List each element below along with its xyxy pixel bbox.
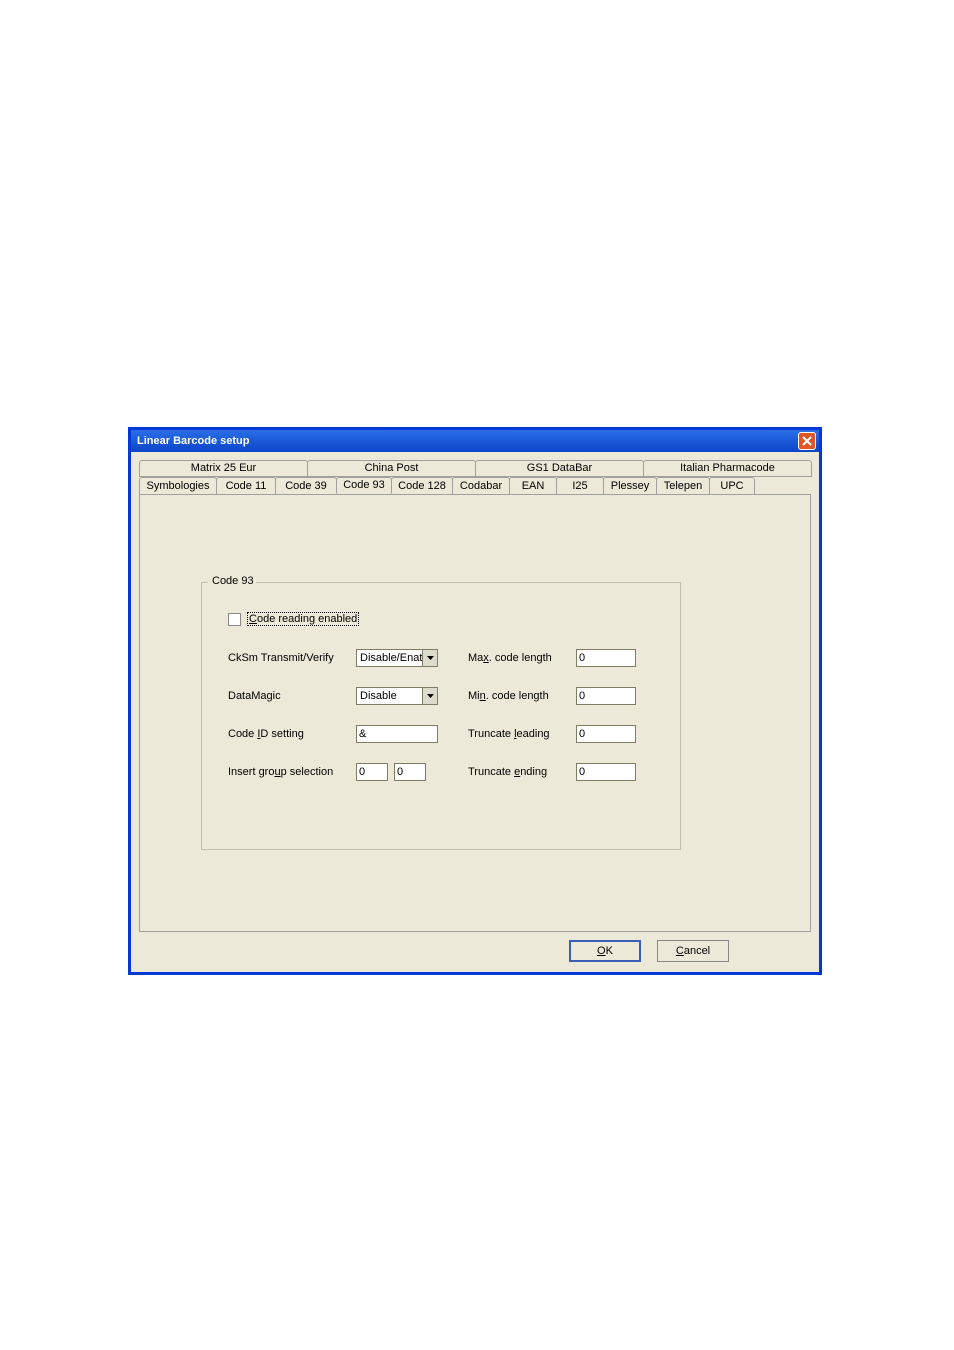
cksm-label: CkSm Transmit/Verify — [228, 652, 356, 664]
cksm-select-value: Disable/Enat — [360, 652, 422, 664]
code-reading-label-text: Code reading enabled — [249, 613, 357, 625]
maxlen-input[interactable] — [576, 649, 636, 667]
row-cksm: CkSm Transmit/Verify Disable/Enat Max. c… — [228, 648, 665, 668]
row-codeid: Code ID setting Truncate leading — [228, 724, 665, 744]
minlen-input[interactable] — [576, 687, 636, 705]
tab-code39[interactable]: Code 39 — [275, 477, 337, 494]
tab-italian-pharmacode[interactable]: Italian Pharmacode — [643, 460, 812, 477]
tab-plessey[interactable]: Plessey — [603, 477, 657, 494]
minlen-label: Min. code length — [468, 690, 576, 702]
tab-code93[interactable]: Code 93 — [336, 477, 392, 494]
row-insertgroup: Insert group selection Truncate ending — [228, 762, 665, 782]
datamagic-select[interactable]: Disable — [356, 687, 438, 705]
insertgroup-label: Insert group selection — [228, 766, 356, 778]
form: Code reading enabled CkSm Transmit/Verif… — [228, 612, 665, 800]
truncate-ending-label: Truncate ending — [468, 766, 576, 778]
chevron-down-icon — [422, 650, 437, 666]
tab-ean[interactable]: EAN — [509, 477, 557, 494]
tab-matrix25eur[interactable]: Matrix 25 Eur — [139, 460, 308, 477]
tab-row-top: Matrix 25 Eur China Post GS1 DataBar Ita… — [139, 460, 811, 477]
insertgroup-input-1[interactable] — [356, 763, 388, 781]
maxlen-label: Max. code length — [468, 652, 576, 664]
insertgroup-input-2[interactable] — [394, 763, 426, 781]
tab-code11[interactable]: Code 11 — [216, 477, 276, 494]
tab-gs1databar[interactable]: GS1 DataBar — [475, 460, 644, 477]
ok-button[interactable]: OK — [569, 940, 641, 962]
dialog-window: Linear Barcode setup Matrix 25 Eur China… — [128, 427, 822, 975]
codeid-input[interactable] — [356, 725, 438, 743]
truncate-leading-input[interactable] — [576, 725, 636, 743]
title-bar: Linear Barcode setup — [131, 430, 819, 452]
row-datamagic: DataMagic Disable Min. code length — [228, 686, 665, 706]
tab-row-bottom: Symbologies Code 11 Code 39 Code 93 Code… — [139, 477, 811, 494]
chevron-down-icon — [422, 688, 437, 704]
close-icon — [802, 436, 812, 446]
truncate-ending-input[interactable] — [576, 763, 636, 781]
groupbox-code93: Code 93 Code reading enabled CkSm Transm… — [201, 582, 681, 850]
groupbox-legend: Code 93 — [210, 575, 256, 587]
window-title: Linear Barcode setup — [137, 435, 249, 447]
tab-chinapost[interactable]: China Post — [307, 460, 476, 477]
client-area: Matrix 25 Eur China Post GS1 DataBar Ita… — [131, 452, 819, 972]
datamagic-select-value: Disable — [360, 690, 397, 702]
close-button[interactable] — [798, 432, 816, 450]
code-reading-row: Code reading enabled — [228, 612, 665, 626]
tab-i25[interactable]: I25 — [556, 477, 604, 494]
truncate-leading-label: Truncate leading — [468, 728, 576, 740]
codeid-label: Code ID setting — [228, 728, 356, 740]
tab-telepen[interactable]: Telepen — [656, 477, 710, 494]
tab-codabar[interactable]: Codabar — [452, 477, 510, 494]
code-reading-label[interactable]: Code reading enabled — [247, 612, 359, 626]
tab-container: Matrix 25 Eur China Post GS1 DataBar Ita… — [139, 460, 811, 494]
cancel-button[interactable]: Cancel — [657, 940, 729, 962]
datamagic-label: DataMagic — [228, 690, 356, 702]
dialog-buttons: OK Cancel — [569, 940, 729, 962]
code-reading-checkbox[interactable] — [228, 613, 241, 626]
tab-code128[interactable]: Code 128 — [391, 477, 453, 494]
tab-symbologies[interactable]: Symbologies — [139, 477, 217, 494]
cksm-select[interactable]: Disable/Enat — [356, 649, 438, 667]
tab-upc[interactable]: UPC — [709, 477, 755, 494]
